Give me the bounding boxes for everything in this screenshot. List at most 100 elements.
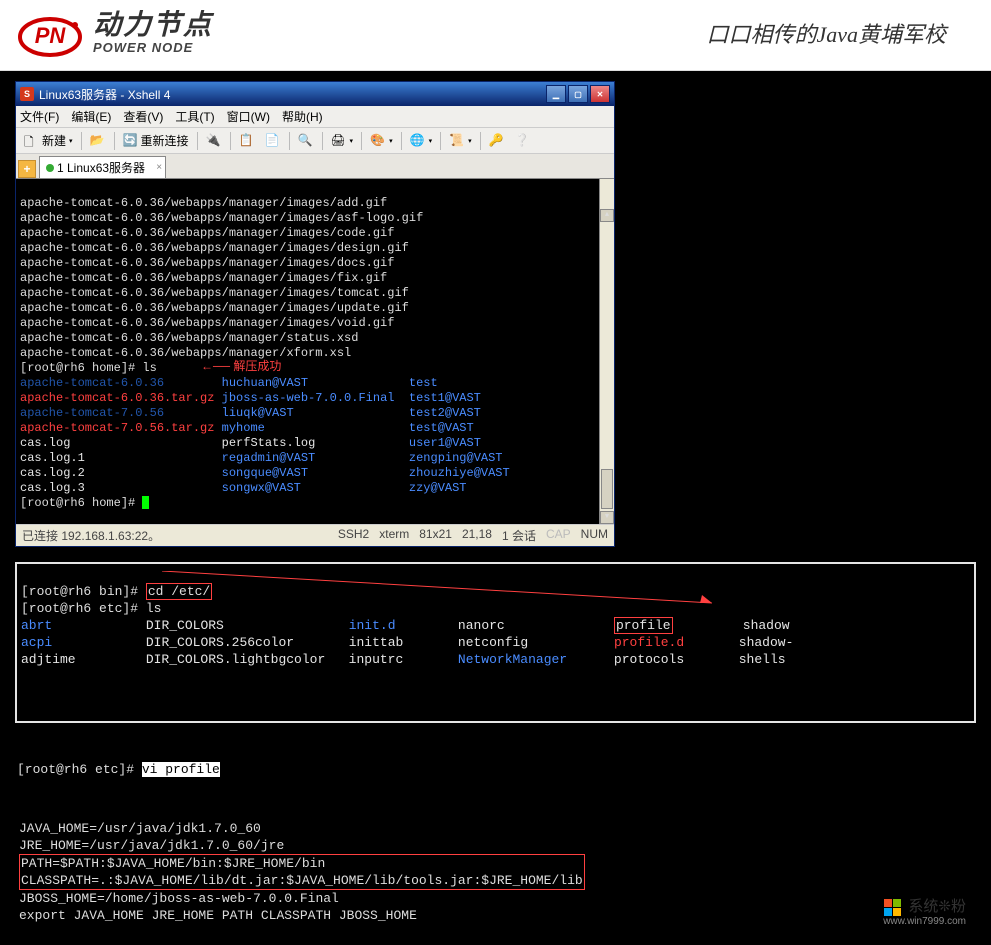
reconnect-icon: 🔄 (123, 133, 139, 149)
status-pos: 21,18 (462, 527, 492, 544)
ls-item: test2@VAST (409, 406, 481, 420)
status-term: xterm (379, 527, 409, 544)
new-button[interactable]: 🗋新建▾ (20, 130, 77, 151)
status-size: 81x21 (419, 527, 452, 544)
etc-item: DIR_COLORS.256color (146, 635, 294, 650)
palette-icon: 🎨 (370, 133, 386, 149)
reconnect-button[interactable]: 🔄重新连接 (119, 130, 193, 151)
ls-item: zengping@VAST (409, 451, 503, 465)
help-icon: ❔ (515, 133, 531, 149)
key-button[interactable]: 🔑 (485, 131, 509, 151)
status-connection: 已连接 192.168.1.63:22。 (22, 527, 160, 544)
folder-icon: 📂 (90, 133, 106, 149)
copy-button[interactable]: 📋 (235, 131, 259, 151)
tab-close-button[interactable]: × (156, 162, 162, 173)
print-icon: 🖨 (331, 133, 347, 149)
new-icon: 🗋 (24, 133, 40, 149)
ls-item: liuqk@VAST (222, 406, 294, 420)
prompt-ls-etc: [root@rh6 etc]# ls (21, 601, 161, 616)
new-label: 新建 (42, 132, 66, 149)
ls-item: zhouzhiye@VAST (409, 466, 510, 480)
ls-item: apache-tomcat-7.0.56 (20, 406, 164, 420)
status-sessions: 1 会话 (502, 527, 536, 544)
help-button[interactable]: ❔ (511, 131, 535, 151)
menu-tools[interactable]: 工具(T) (175, 108, 214, 125)
disconnect-button[interactable]: 🔌 (202, 131, 226, 151)
footer-url: www.win7999.com (883, 916, 966, 927)
prompt-cd: [root@rh6 bin]# (21, 584, 146, 599)
logo-text-en: POWER NODE (93, 41, 213, 54)
output-line: apache-tomcat-6.0.36/webapps/manager/ima… (20, 211, 423, 225)
tab-bar: + 1 Linux63服务器 × (16, 154, 614, 179)
open-button[interactable]: 📂 (86, 131, 110, 151)
transfer-button[interactable]: 🌐▾ (406, 131, 437, 151)
vi-terminal: [root@rh6 etc]# vi profile (15, 743, 495, 779)
ls-item: test1@VAST (409, 391, 481, 405)
search-icon: 🔍 (298, 133, 314, 149)
scroll-thumb[interactable] (601, 469, 613, 509)
copy-icon: 📋 (239, 133, 255, 149)
etc-item: abrt (21, 618, 52, 633)
etc-item: init.d (349, 618, 396, 633)
statusbar: 已连接 192.168.1.63:22。 SSH2 xterm 81x21 21… (16, 524, 614, 546)
slogan-text: 口口相传的Java黄埔军校 (706, 17, 946, 49)
etc-item: inputrc (349, 652, 404, 667)
profile-line: export JAVA_HOME JRE_HOME PATH CLASSPATH… (19, 908, 417, 923)
output-line: apache-tomcat-6.0.36/webapps/manager/ima… (20, 226, 394, 240)
ls-listing: apache-tomcat-6.0.36 huchuan@VAST test a… (20, 376, 610, 496)
ls-item: cas.log.1 (20, 451, 85, 465)
search-button[interactable]: 🔍 (294, 131, 318, 151)
close-button[interactable]: ✕ (590, 85, 610, 103)
ls-item: jboss-as-web-7.0.0.Final (222, 391, 395, 405)
reconnect-label: 重新连接 (141, 132, 189, 149)
profile-highlight: profile (614, 617, 673, 634)
titlebar[interactable]: S Linux63服务器 - Xshell 4 ▁ ▢ ✕ (16, 82, 614, 106)
cursor (142, 496, 149, 509)
profile-highlighted: PATH=$PATH:$JAVA_HOME/bin:$JRE_HOME/bin … (19, 854, 585, 890)
script-button[interactable]: 📜▾ (445, 131, 476, 151)
output-line: apache-tomcat-6.0.36/webapps/manager/ima… (20, 196, 387, 210)
scroll-up-button[interactable]: ▲ (600, 209, 614, 222)
output-line: apache-tomcat-6.0.36/webapps/manager/ima… (20, 271, 387, 285)
terminal-output[interactable]: apache-tomcat-6.0.36/webapps/manager/ima… (16, 179, 614, 524)
color-button[interactable]: 🎨▾ (366, 131, 397, 151)
print-button[interactable]: 🖨▾ (327, 131, 358, 151)
transfer-icon: 🌐 (410, 133, 426, 149)
etc-item: shadow- (739, 635, 794, 650)
menu-view[interactable]: 查看(V) (123, 108, 163, 125)
scrollbar[interactable]: ▲ ▼ (599, 179, 614, 524)
scroll-down-button[interactable]: ▼ (600, 511, 614, 524)
arrow-icon (162, 571, 742, 611)
output-line: apache-tomcat-6.0.36/webapps/manager/ima… (20, 256, 394, 270)
connected-icon (46, 164, 54, 172)
etc-item: profile.d (614, 635, 684, 650)
logo-area: PN 动力节点 POWER NODE (15, 5, 213, 60)
pn-logo-icon: PN (15, 5, 85, 60)
menu-window[interactable]: 窗口(W) (227, 108, 270, 125)
minimize-button[interactable]: ▁ (546, 85, 566, 103)
menu-edit[interactable]: 编辑(E) (71, 108, 111, 125)
maximize-button[interactable]: ▢ (568, 85, 588, 103)
add-tab-button[interactable]: + (18, 160, 36, 178)
menu-help[interactable]: 帮助(H) (282, 108, 323, 125)
paste-button[interactable]: 📄 (261, 131, 285, 151)
ls-item: cas.log (20, 436, 70, 450)
ls-item: zzy@VAST (409, 481, 467, 495)
output-line: apache-tomcat-6.0.36/webapps/manager/ima… (20, 241, 409, 255)
disconnect-icon: 🔌 (206, 133, 222, 149)
page-header: PN 动力节点 POWER NODE 口口相传的Java黄埔军校 (0, 0, 991, 71)
footer-title-text: 系统❊粉 (908, 898, 966, 915)
etc-item: nanorc (458, 618, 505, 633)
etc-item: DIR_COLORS.lightbgcolor (146, 652, 325, 667)
ls-item: apache-tomcat-6.0.36 (20, 376, 164, 390)
script-icon: 📜 (449, 133, 465, 149)
content-frame: S Linux63服务器 - Xshell 4 ▁ ▢ ✕ 文件(F) 编辑(E… (0, 71, 991, 945)
ls-item: apache-tomcat-7.0.56.tar.gz (20, 421, 214, 435)
ls-item: test@VAST (409, 421, 474, 435)
menubar: 文件(F) 编辑(E) 查看(V) 工具(T) 窗口(W) 帮助(H) (16, 106, 614, 128)
tab-session[interactable]: 1 Linux63服务器 × (39, 156, 166, 178)
status-num: NUM (581, 527, 608, 544)
etc-item: shadow (743, 618, 790, 633)
menu-file[interactable]: 文件(F) (20, 108, 59, 125)
profile-terminal: JAVA_HOME=/usr/java/jdk1.7.0_60 JRE_HOME… (15, 801, 495, 930)
